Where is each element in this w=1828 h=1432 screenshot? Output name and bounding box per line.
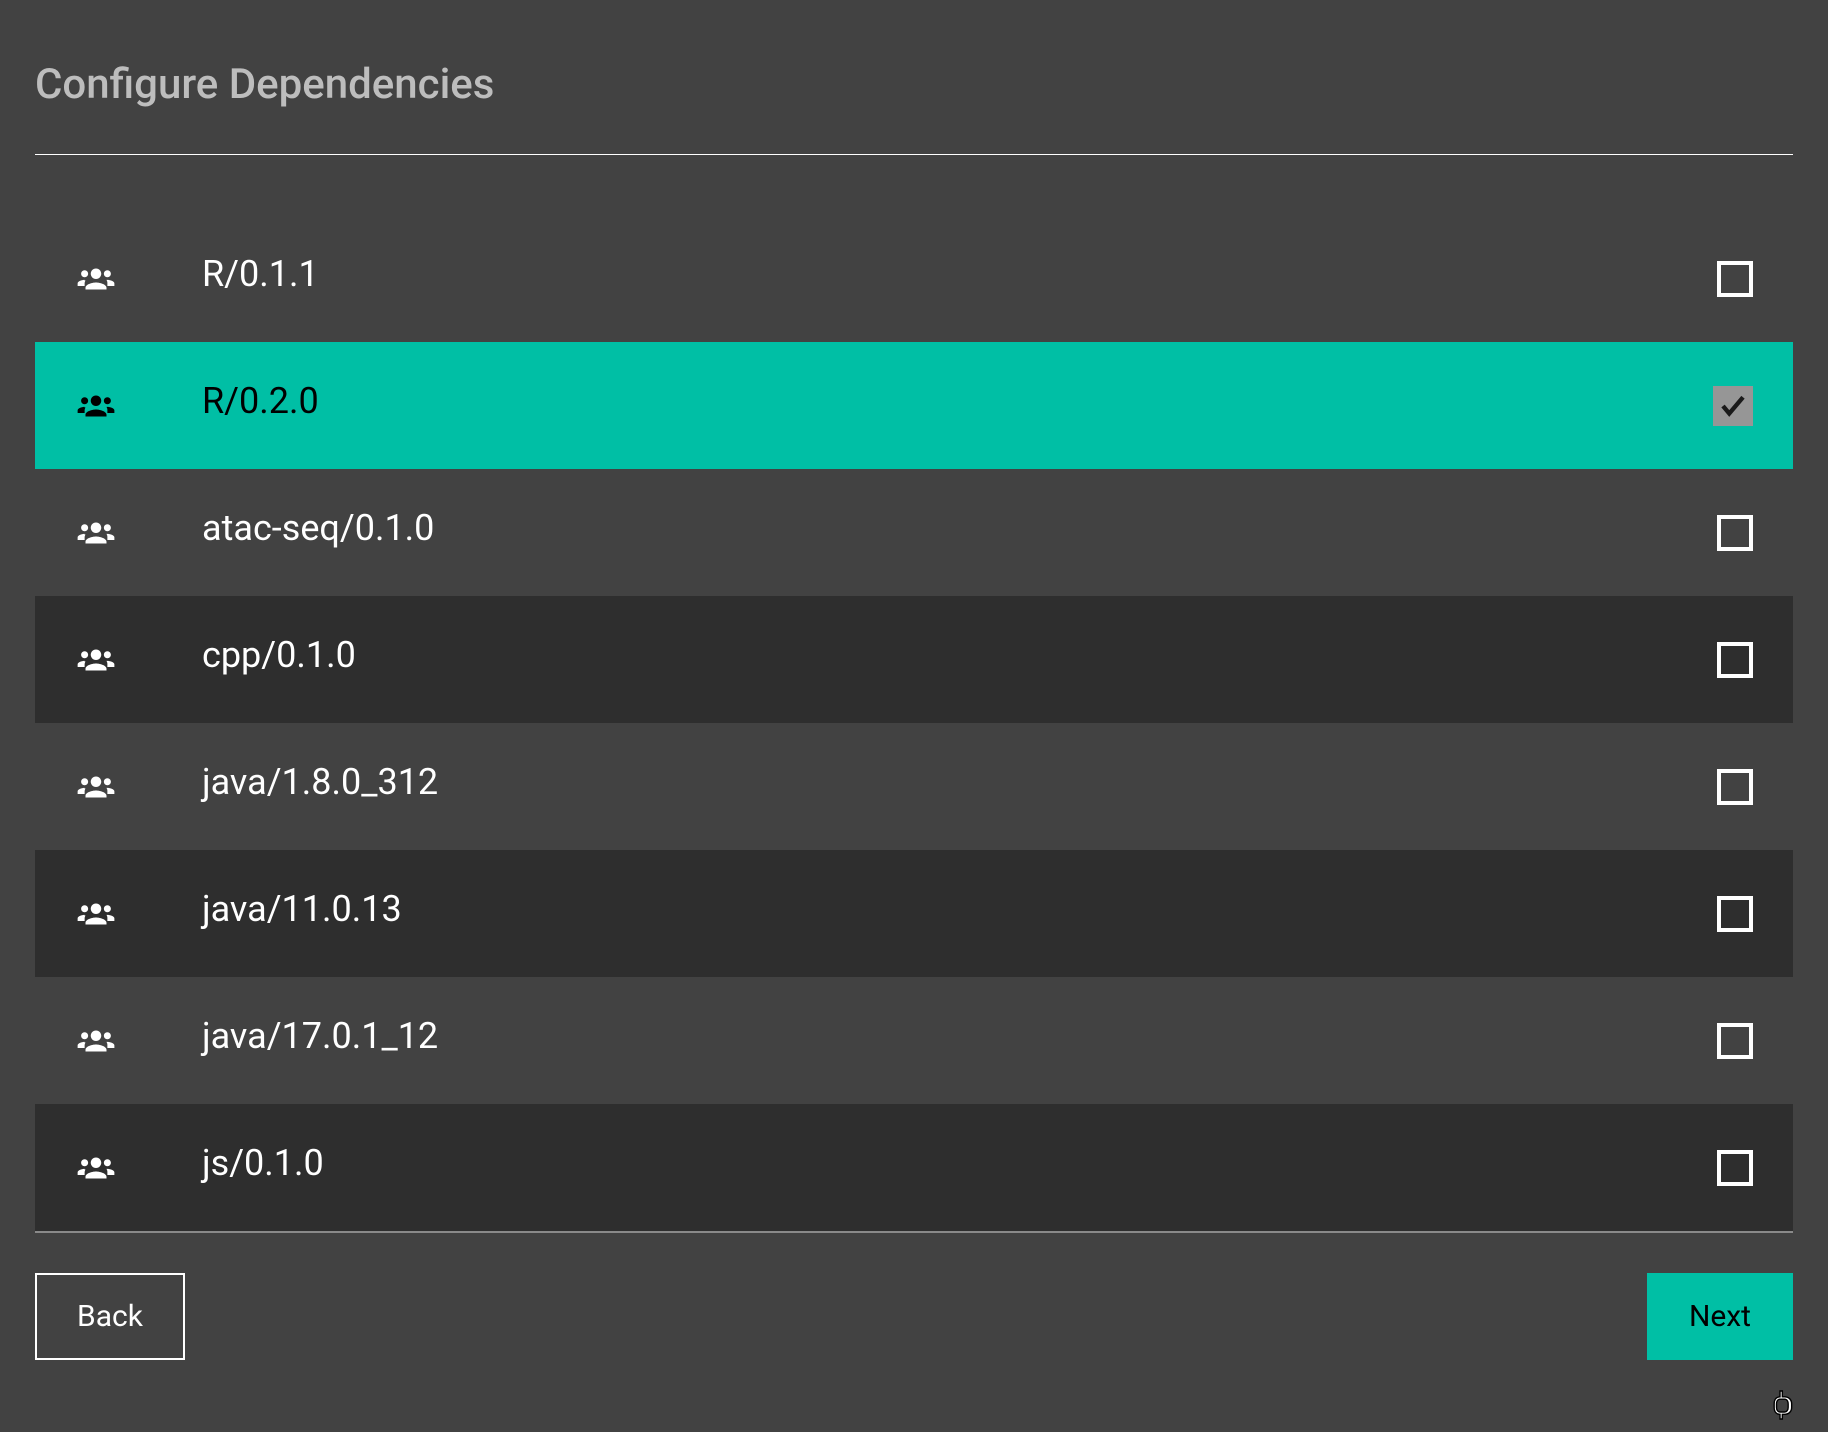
dependency-label: java/1.8.0_312 [202, 761, 1717, 813]
button-row: Back Next [35, 1233, 1793, 1400]
dependency-row[interactable]: java/11.0.13 [35, 850, 1793, 977]
checkbox[interactable] [1717, 769, 1753, 805]
dependency-label: js/0.1.0 [202, 1142, 1717, 1194]
back-button[interactable]: Back [35, 1273, 185, 1360]
dependency-row[interactable]: R/0.1.1 [35, 215, 1793, 342]
checkbox[interactable] [1717, 515, 1753, 551]
group-icon [75, 385, 117, 427]
group-icon [75, 1020, 117, 1062]
group-icon [75, 1147, 117, 1189]
dependency-row[interactable]: R/0.2.0 [35, 342, 1793, 469]
dependency-list: R/0.1.1 R/0.2.0 atac-seq/0.1.0 cpp/0.1.0… [35, 215, 1793, 1231]
dependency-row[interactable]: atac-seq/0.1.0 [35, 469, 1793, 596]
dependency-row[interactable]: cpp/0.1.0 [35, 596, 1793, 723]
checkbox[interactable] [1717, 896, 1753, 932]
dependency-label: R/0.1.1 [202, 253, 1717, 305]
checkbox[interactable] [1717, 1023, 1753, 1059]
group-icon [75, 766, 117, 808]
group-icon [75, 258, 117, 300]
dependency-label: java/17.0.1_12 [202, 1015, 1717, 1067]
dependency-label: atac-seq/0.1.0 [202, 507, 1717, 559]
group-icon [75, 893, 117, 935]
next-button[interactable]: Next [1647, 1273, 1793, 1360]
check-icon [1718, 391, 1748, 421]
checkbox[interactable] [1717, 1150, 1753, 1186]
checkbox[interactable] [1717, 642, 1753, 678]
checkbox[interactable] [1717, 261, 1753, 297]
dependency-label: R/0.2.0 [202, 380, 1713, 432]
dependency-row[interactable]: java/1.8.0_312 [35, 723, 1793, 850]
dependency-row[interactable]: js/0.1.0 [35, 1104, 1793, 1231]
dependency-row[interactable]: java/17.0.1_12 [35, 977, 1793, 1104]
checkbox[interactable] [1713, 386, 1753, 426]
page-title: Configure Dependencies [35, 0, 1793, 154]
group-icon [75, 639, 117, 681]
dependency-label: cpp/0.1.0 [202, 634, 1717, 686]
dependency-label: java/11.0.13 [202, 888, 1717, 940]
group-icon [75, 512, 117, 554]
top-divider [35, 154, 1793, 155]
